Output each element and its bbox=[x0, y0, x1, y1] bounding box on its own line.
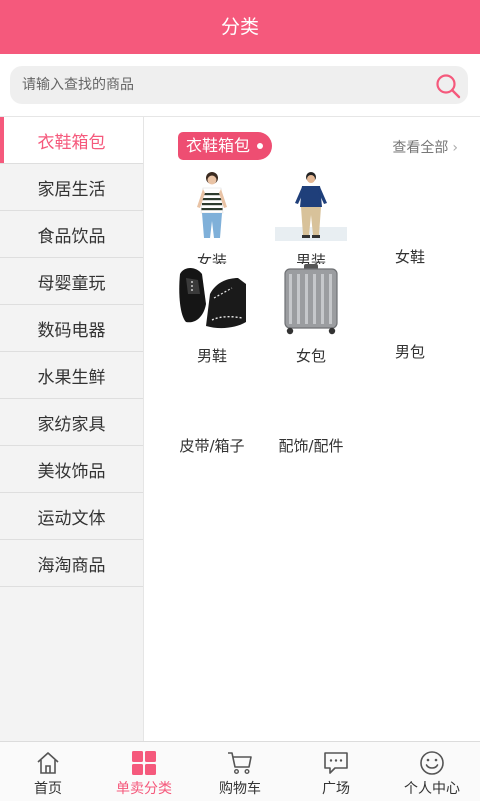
tab-category[interactable]: 单卖分类 bbox=[96, 742, 192, 801]
sidebar-item-label: 运动文体 bbox=[37, 508, 106, 529]
chevron-right-icon: › bbox=[452, 140, 458, 156]
search-icon[interactable] bbox=[434, 72, 462, 100]
womens-clothing-photo bbox=[197, 172, 227, 238]
sidebar-item-label: 食品饮品 bbox=[37, 226, 106, 247]
category-image-placeholder bbox=[374, 264, 446, 336]
sidebar-item-textiles-furniture[interactable]: 家纺家具 bbox=[0, 399, 143, 446]
tab-plaza[interactable]: 广场 bbox=[288, 742, 384, 801]
tab-label: 广场 bbox=[322, 781, 350, 797]
tab-label: 单卖分类 bbox=[116, 781, 172, 797]
category-image-placeholder bbox=[374, 169, 446, 241]
category-label: 皮带/箱子 bbox=[179, 437, 245, 455]
category-content: 衣鞋箱包 查看全部 › 女装 男装 女鞋 男鞋 女包 男包 皮带/箱子 配饰/配… bbox=[144, 117, 480, 741]
home-icon bbox=[37, 752, 59, 774]
grid-icon bbox=[132, 751, 156, 775]
category-belts-cases[interactable]: 皮带/箱子 bbox=[162, 358, 262, 456]
category-womens-shoes[interactable]: 女鞋 bbox=[360, 169, 460, 267]
sidebar-item-label: 水果生鲜 bbox=[37, 367, 106, 388]
category-mens-clothing[interactable]: 男装 bbox=[261, 169, 361, 271]
sidebar-item-label: 母婴童玩 bbox=[37, 273, 106, 294]
view-all-link[interactable]: 查看全部 › bbox=[392, 137, 458, 157]
category-accessories[interactable]: 配饰/配件 bbox=[261, 358, 361, 456]
sidebar-item-label: 美妆饰品 bbox=[37, 461, 106, 482]
tab-cart[interactable]: 购物车 bbox=[192, 742, 288, 801]
mens-shoes-photo bbox=[176, 264, 248, 336]
sidebar-item-clothing-shoes-bags[interactable]: 衣鞋箱包 bbox=[0, 117, 143, 164]
tab-label: 购物车 bbox=[219, 781, 261, 797]
sidebar-item-beauty-accessories[interactable]: 美妆饰品 bbox=[0, 446, 143, 493]
section-title: 衣鞋箱包 bbox=[178, 132, 273, 160]
sidebar-item-digital-appliances[interactable]: 数码电器 bbox=[0, 305, 143, 352]
sidebar-item-overseas-goods[interactable]: 海淘商品 bbox=[0, 540, 143, 587]
category-mens-shoes[interactable]: 男鞋 bbox=[162, 264, 262, 366]
tab-profile[interactable]: 个人中心 bbox=[384, 742, 480, 801]
sidebar-item-label: 衣鞋箱包 bbox=[37, 132, 106, 153]
luggage-photo bbox=[275, 264, 347, 336]
category-womens-bags[interactable]: 女包 bbox=[261, 264, 361, 366]
sidebar-item-fresh-fruit[interactable]: 水果生鲜 bbox=[0, 352, 143, 399]
search-input[interactable] bbox=[22, 74, 422, 96]
cart-icon bbox=[228, 752, 252, 775]
sidebar-item-label: 家居生活 bbox=[37, 179, 106, 200]
page-title: 分类 bbox=[0, 0, 480, 54]
category-womens-clothing[interactable]: 女装 bbox=[162, 169, 262, 271]
chat-icon bbox=[324, 752, 348, 774]
smiley-icon bbox=[420, 751, 444, 775]
search-box[interactable] bbox=[10, 66, 468, 104]
sidebar-item-sports-stationery[interactable]: 运动文体 bbox=[0, 493, 143, 540]
sidebar-item-food-drinks[interactable]: 食品饮品 bbox=[0, 211, 143, 258]
view-all-label: 查看全部 bbox=[392, 140, 449, 156]
sidebar-item-home-living[interactable]: 家居生活 bbox=[0, 164, 143, 211]
category-image-placeholder bbox=[176, 358, 248, 430]
category-label: 男包 bbox=[394, 343, 425, 361]
sidebar-item-baby-toys[interactable]: 母婴童玩 bbox=[0, 258, 143, 305]
tab-home[interactable]: 首页 bbox=[0, 742, 96, 801]
bottom-tab-bar: 首页 单卖分类 购物车 广场 个人中心 bbox=[0, 741, 480, 801]
tab-label: 个人中心 bbox=[404, 781, 460, 797]
category-mens-bags[interactable]: 男包 bbox=[360, 264, 460, 362]
sidebar-item-label: 数码电器 bbox=[37, 320, 106, 341]
tab-label: 首页 bbox=[34, 781, 62, 797]
search-bar bbox=[0, 54, 480, 117]
category-sidebar: 衣鞋箱包 家居生活 食品饮品 母婴童玩 数码电器 水果生鲜 家纺家具 美妆饰品 … bbox=[0, 117, 144, 741]
sidebar-item-label: 家纺家具 bbox=[37, 414, 106, 435]
category-label: 配饰/配件 bbox=[278, 437, 344, 455]
category-image-placeholder bbox=[275, 358, 347, 430]
mens-clothing-photo bbox=[275, 169, 347, 241]
sidebar-item-label: 海淘商品 bbox=[37, 555, 106, 576]
